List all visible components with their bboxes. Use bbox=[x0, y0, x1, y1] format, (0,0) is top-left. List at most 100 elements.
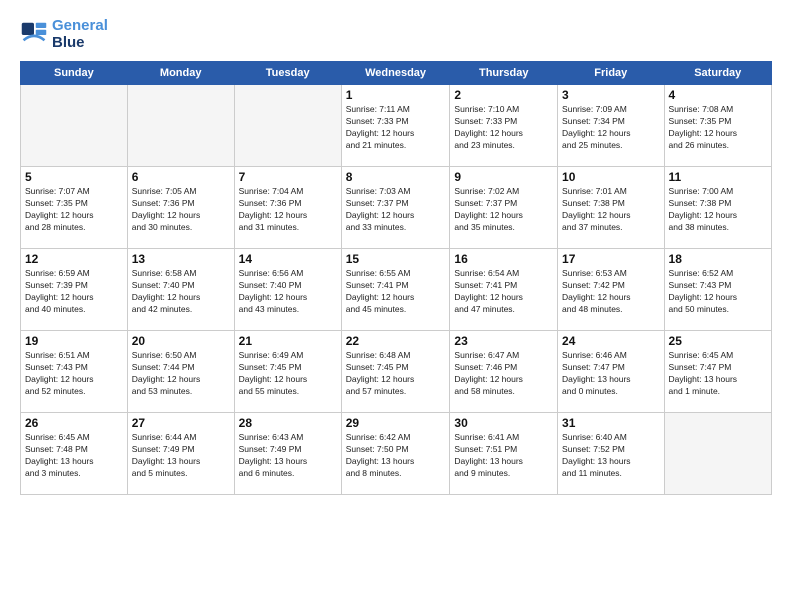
day-number: 27 bbox=[132, 416, 230, 430]
logo: GeneralBlue bbox=[20, 18, 108, 51]
cell-info: Sunrise: 6:51 AM Sunset: 7:43 PM Dayligh… bbox=[25, 350, 123, 398]
day-number: 30 bbox=[454, 416, 553, 430]
day-number: 11 bbox=[669, 170, 767, 184]
calendar-cell: 18 Sunrise: 6:52 AM Sunset: 7:43 PM Dayli… bbox=[664, 249, 771, 331]
logo-icon bbox=[20, 21, 48, 49]
page-header: GeneralBlue bbox=[20, 18, 772, 51]
cell-info: Sunrise: 7:02 AM Sunset: 7:37 PM Dayligh… bbox=[454, 186, 553, 234]
calendar-cell bbox=[234, 85, 341, 167]
day-number: 3 bbox=[562, 88, 659, 102]
day-number: 9 bbox=[454, 170, 553, 184]
day-number: 15 bbox=[346, 252, 446, 266]
calendar-cell: 2Sunrise: 7:10 AM Sunset: 7:33 PM Daylig… bbox=[450, 85, 558, 167]
day-number: 4 bbox=[669, 88, 767, 102]
cell-info: Sunrise: 6:56 AM Sunset: 7:40 PM Dayligh… bbox=[239, 268, 337, 316]
cell-info: Sunrise: 6:58 AM Sunset: 7:40 PM Dayligh… bbox=[132, 268, 230, 316]
day-number: 10 bbox=[562, 170, 659, 184]
day-number: 31 bbox=[562, 416, 659, 430]
logo-text: GeneralBlue bbox=[52, 18, 108, 51]
calendar-cell: 1 Sunrise: 7:11 AM Sunset: 7:33 PM Daylig… bbox=[341, 85, 450, 167]
calendar-cell: 6Sunrise: 7:05 AM Sunset: 7:36 PM Daylig… bbox=[127, 167, 234, 249]
calendar-cell: 19 Sunrise: 6:51 AM Sunset: 7:43 PM Dayli… bbox=[21, 331, 128, 413]
day-number: 23 bbox=[454, 334, 553, 348]
day-number: 16 bbox=[454, 252, 553, 266]
calendar-cell: 11 Sunrise: 7:00 AM Sunset: 7:38 PM Dayli… bbox=[664, 167, 771, 249]
cell-info: Sunrise: 6:55 AM Sunset: 7:41 PM Dayligh… bbox=[346, 268, 446, 316]
calendar-table: SundayMondayTuesdayWednesdayThursdayFrid… bbox=[20, 61, 772, 495]
cell-info: Sunrise: 7:07 AM Sunset: 7:35 PM Dayligh… bbox=[25, 186, 123, 234]
day-number: 19 bbox=[25, 334, 123, 348]
day-header-monday: Monday bbox=[127, 62, 234, 85]
day-number: 7 bbox=[239, 170, 337, 184]
calendar-cell: 16 Sunrise: 6:54 AM Sunset: 7:41 PM Dayli… bbox=[450, 249, 558, 331]
day-number: 5 bbox=[25, 170, 123, 184]
day-number: 24 bbox=[562, 334, 659, 348]
day-number: 28 bbox=[239, 416, 337, 430]
calendar-cell: 7 Sunrise: 7:04 AM Sunset: 7:36 PM Daylig… bbox=[234, 167, 341, 249]
cell-info: Sunrise: 6:49 AM Sunset: 7:45 PM Dayligh… bbox=[239, 350, 337, 398]
day-number: 14 bbox=[239, 252, 337, 266]
calendar-cell: 17 Sunrise: 6:53 AM Sunset: 7:42 PM Dayli… bbox=[558, 249, 664, 331]
calendar-cell: 3 Sunrise: 7:09 AM Sunset: 7:34 PM Daylig… bbox=[558, 85, 664, 167]
day-number: 12 bbox=[25, 252, 123, 266]
calendar-cell: 25 Sunrise: 6:45 AM Sunset: 7:47 PM Dayli… bbox=[664, 331, 771, 413]
calendar-cell: 24 Sunrise: 6:46 AM Sunset: 7:47 PM Dayli… bbox=[558, 331, 664, 413]
day-number: 13 bbox=[132, 252, 230, 266]
day-header-sunday: Sunday bbox=[21, 62, 128, 85]
cell-info: Sunrise: 7:10 AM Sunset: 7:33 PM Dayligh… bbox=[454, 104, 553, 152]
calendar-cell: 13 Sunrise: 6:58 AM Sunset: 7:40 PM Dayli… bbox=[127, 249, 234, 331]
day-number: 20 bbox=[132, 334, 230, 348]
day-number: 6 bbox=[132, 170, 230, 184]
calendar-cell: 23 Sunrise: 6:47 AM Sunset: 7:46 PM Dayli… bbox=[450, 331, 558, 413]
calendar-cell: 10 Sunrise: 7:01 AM Sunset: 7:38 PM Dayli… bbox=[558, 167, 664, 249]
cell-info: Sunrise: 6:53 AM Sunset: 7:42 PM Dayligh… bbox=[562, 268, 659, 316]
calendar-cell: 12 Sunrise: 6:59 AM Sunset: 7:39 PM Dayli… bbox=[21, 249, 128, 331]
cell-info: Sunrise: 6:47 AM Sunset: 7:46 PM Dayligh… bbox=[454, 350, 553, 398]
calendar-cell: 15 Sunrise: 6:55 AM Sunset: 7:41 PM Dayli… bbox=[341, 249, 450, 331]
day-number: 26 bbox=[25, 416, 123, 430]
calendar-cell: 14 Sunrise: 6:56 AM Sunset: 7:40 PM Dayli… bbox=[234, 249, 341, 331]
day-number: 8 bbox=[346, 170, 446, 184]
calendar-cell: 21Sunrise: 6:49 AM Sunset: 7:45 PM Dayli… bbox=[234, 331, 341, 413]
cell-info: Sunrise: 6:59 AM Sunset: 7:39 PM Dayligh… bbox=[25, 268, 123, 316]
day-number: 17 bbox=[562, 252, 659, 266]
calendar-cell: 29 Sunrise: 6:42 AM Sunset: 7:50 PM Dayli… bbox=[341, 413, 450, 495]
calendar-cell: 31 Sunrise: 6:40 AM Sunset: 7:52 PM Dayli… bbox=[558, 413, 664, 495]
calendar-cell: 28 Sunrise: 6:43 AM Sunset: 7:49 PM Dayli… bbox=[234, 413, 341, 495]
cell-info: Sunrise: 6:42 AM Sunset: 7:50 PM Dayligh… bbox=[346, 432, 446, 480]
day-number: 25 bbox=[669, 334, 767, 348]
day-number: 22 bbox=[346, 334, 446, 348]
cell-info: Sunrise: 6:52 AM Sunset: 7:43 PM Dayligh… bbox=[669, 268, 767, 316]
day-number: 18 bbox=[669, 252, 767, 266]
cell-info: Sunrise: 7:01 AM Sunset: 7:38 PM Dayligh… bbox=[562, 186, 659, 234]
cell-info: Sunrise: 6:50 AM Sunset: 7:44 PM Dayligh… bbox=[132, 350, 230, 398]
calendar-cell: 20 Sunrise: 6:50 AM Sunset: 7:44 PM Dayli… bbox=[127, 331, 234, 413]
calendar-cell: 9 Sunrise: 7:02 AM Sunset: 7:37 PM Daylig… bbox=[450, 167, 558, 249]
calendar-cell bbox=[21, 85, 128, 167]
day-header-thursday: Thursday bbox=[450, 62, 558, 85]
cell-info: Sunrise: 7:03 AM Sunset: 7:37 PM Dayligh… bbox=[346, 186, 446, 234]
day-header-tuesday: Tuesday bbox=[234, 62, 341, 85]
cell-info: Sunrise: 7:08 AM Sunset: 7:35 PM Dayligh… bbox=[669, 104, 767, 152]
cell-info: Sunrise: 7:11 AM Sunset: 7:33 PM Dayligh… bbox=[346, 104, 446, 152]
cell-info: Sunrise: 7:09 AM Sunset: 7:34 PM Dayligh… bbox=[562, 104, 659, 152]
day-number: 29 bbox=[346, 416, 446, 430]
day-header-saturday: Saturday bbox=[664, 62, 771, 85]
cell-info: Sunrise: 6:40 AM Sunset: 7:52 PM Dayligh… bbox=[562, 432, 659, 480]
calendar-cell: 26 Sunrise: 6:45 AM Sunset: 7:48 PM Dayli… bbox=[21, 413, 128, 495]
day-number: 1 bbox=[346, 88, 446, 102]
cell-info: Sunrise: 7:04 AM Sunset: 7:36 PM Dayligh… bbox=[239, 186, 337, 234]
cell-info: Sunrise: 7:00 AM Sunset: 7:38 PM Dayligh… bbox=[669, 186, 767, 234]
cell-info: Sunrise: 6:45 AM Sunset: 7:47 PM Dayligh… bbox=[669, 350, 767, 398]
calendar-cell bbox=[127, 85, 234, 167]
calendar-cell: 4 Sunrise: 7:08 AM Sunset: 7:35 PM Daylig… bbox=[664, 85, 771, 167]
calendar-cell: 5 Sunrise: 7:07 AM Sunset: 7:35 PM Daylig… bbox=[21, 167, 128, 249]
calendar-cell: 30 Sunrise: 6:41 AM Sunset: 7:51 PM Dayli… bbox=[450, 413, 558, 495]
cell-info: Sunrise: 6:43 AM Sunset: 7:49 PM Dayligh… bbox=[239, 432, 337, 480]
cell-info: Sunrise: 6:48 AM Sunset: 7:45 PM Dayligh… bbox=[346, 350, 446, 398]
cell-info: Sunrise: 6:46 AM Sunset: 7:47 PM Dayligh… bbox=[562, 350, 659, 398]
cell-info: Sunrise: 6:41 AM Sunset: 7:51 PM Dayligh… bbox=[454, 432, 553, 480]
day-header-friday: Friday bbox=[558, 62, 664, 85]
cell-info: Sunrise: 6:54 AM Sunset: 7:41 PM Dayligh… bbox=[454, 268, 553, 316]
cell-info: Sunrise: 6:45 AM Sunset: 7:48 PM Dayligh… bbox=[25, 432, 123, 480]
